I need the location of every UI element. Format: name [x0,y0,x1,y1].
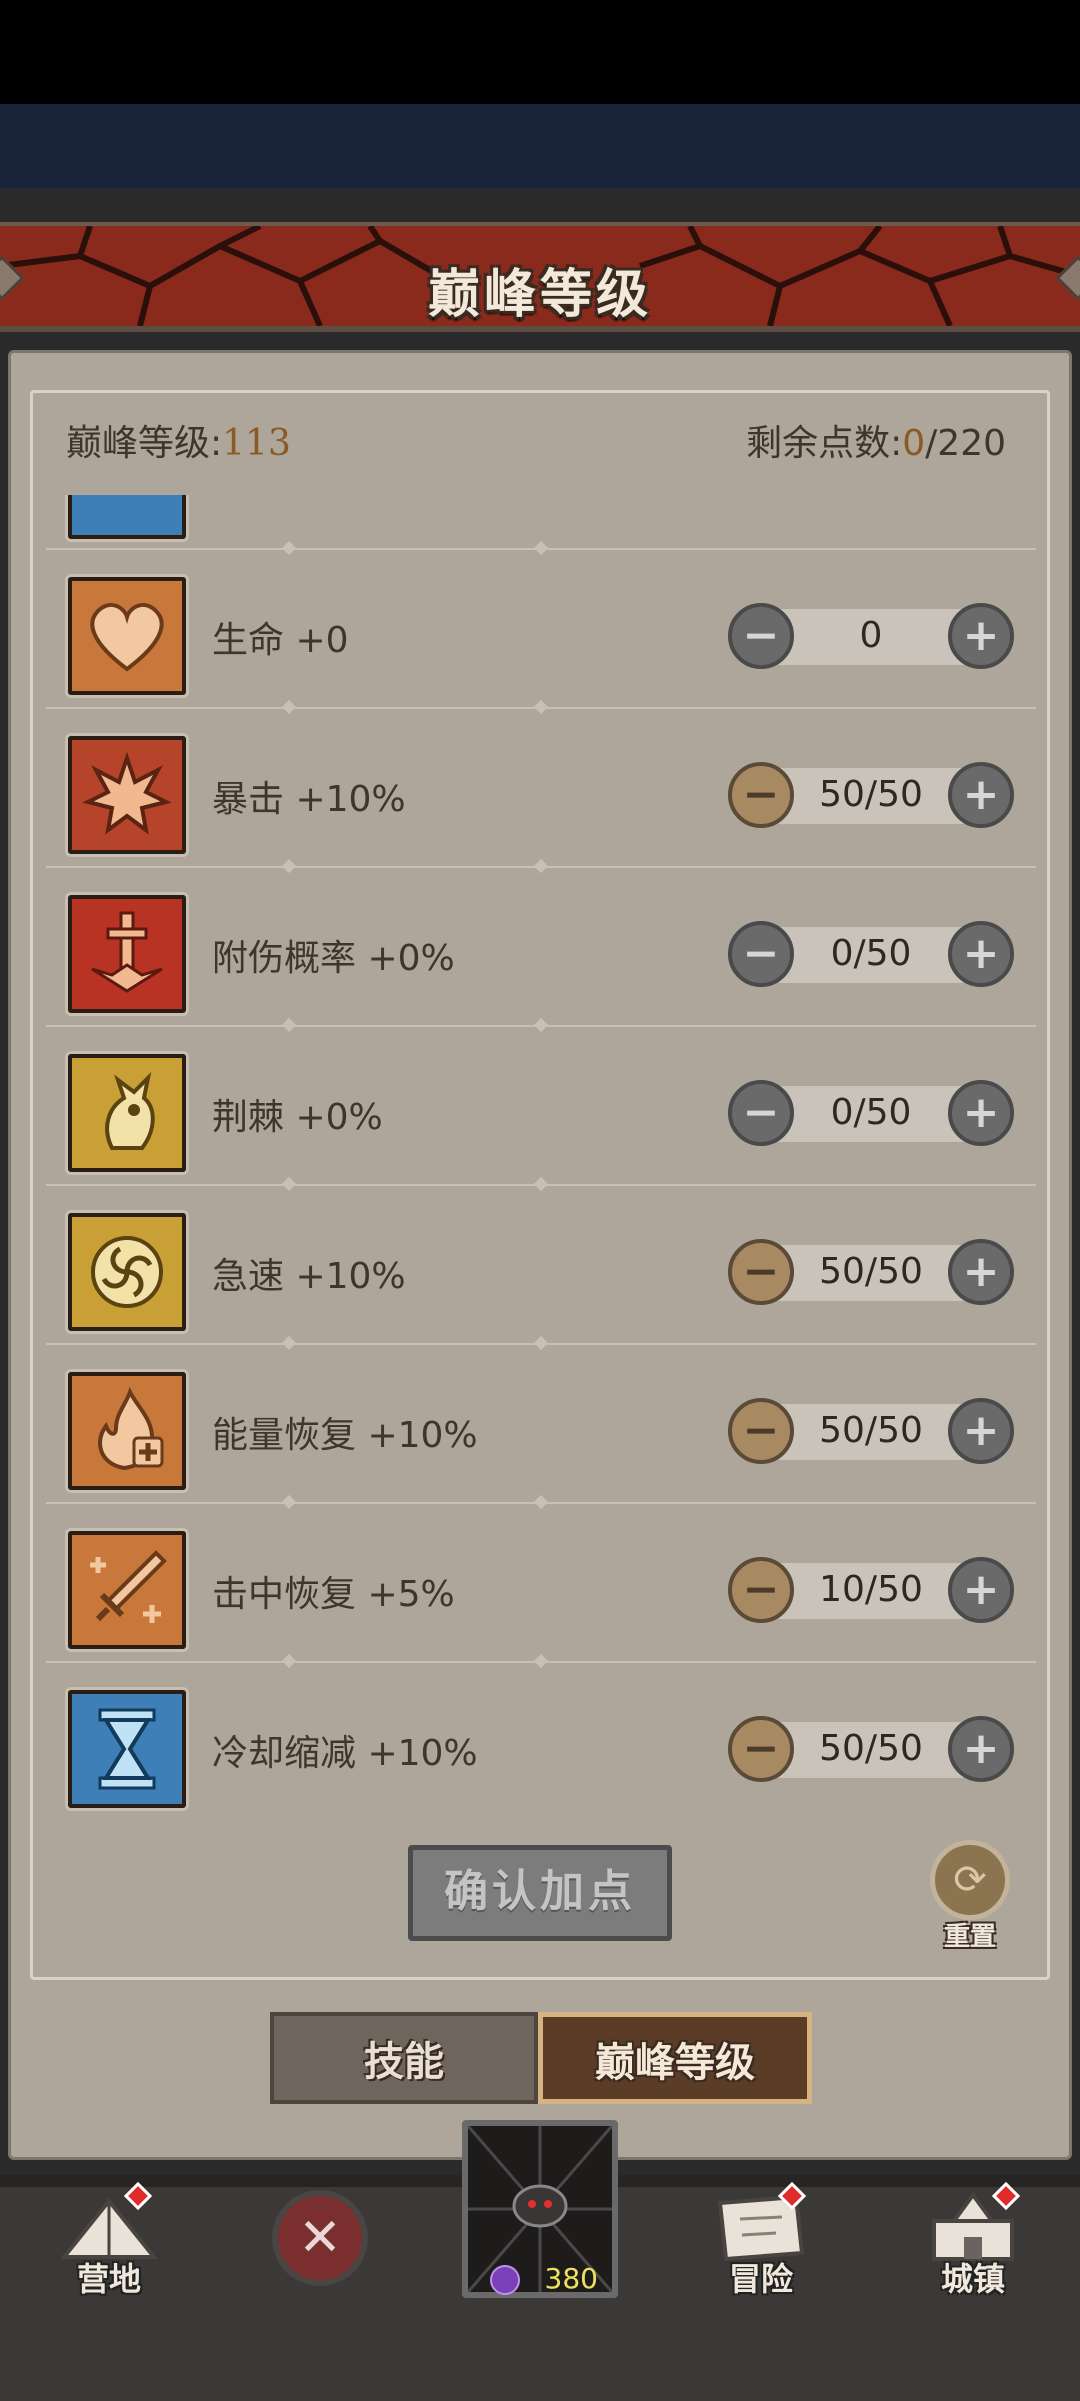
decrease-button[interactable]: − [728,1080,794,1146]
decrease-button[interactable]: − [728,1239,794,1305]
stat-label: 急速 +10% [212,1256,406,1297]
thorns-icon [68,1054,186,1172]
nav-adventure-label: 冒险 [728,2260,793,2298]
stat-value: 50/50 [819,1410,923,1451]
decrease-button[interactable]: − [728,762,794,828]
refresh-icon: ⟳ [953,1857,987,1903]
critical-burst-icon [68,736,186,854]
increase-button[interactable]: + [948,603,1014,669]
divider [46,1343,1036,1345]
peak-level-label: 巅峰等级: [66,423,223,464]
decrease-button[interactable]: − [728,921,794,987]
divider [46,707,1036,709]
page-title: 巅峰等级 [427,265,652,325]
decrease-button[interactable]: − [728,603,794,669]
swirl-icon [68,1213,186,1331]
stat-label: 附伤概率 +0% [212,938,455,979]
stat-row-haste: 急速 +10% 50/50 − + [36,1187,1044,1346]
reset-label: 重置 [943,1922,996,1952]
sword-strike-icon [68,895,186,1013]
stat-row-energy-regen: 能量恢复 +10% 50/50 − + [36,1346,1044,1505]
stat-value: 50/50 [819,1728,923,1769]
title-banner: 巅峰等级 [0,222,1080,332]
stat-row-thorns: 荆棘 +0% 0/50 − + [36,1028,1044,1187]
tent-icon [59,2197,159,2259]
close-icon: ✕ [298,2208,342,2268]
tab-skills[interactable]: 技能 [270,2012,538,2104]
divider [46,1502,1036,1504]
energy-count: 380 [544,2262,598,2295]
increase-button[interactable]: + [948,1239,1014,1305]
stat-label: 荆棘 +0% [212,1097,383,1138]
top-band [0,104,1080,188]
stat-value: 50/50 [819,1251,923,1292]
remaining-points-total: /220 [925,423,1006,464]
flame-plus-icon [68,1372,186,1490]
remaining-points-label: 剩余点数: [746,423,903,464]
stat-row-cooldown: 冷却缩减 +10% 50/50 − + [36,1664,1044,1820]
stat-list[interactable]: 生命 +0 0 − + 暴击 +10% 50/50 − + 附伤概率 +0% 0… [36,495,1044,1820]
stat-label: 暴击 +10% [212,779,406,820]
stat-value: 50/50 [819,774,923,815]
stat-row-crit: 暴击 +10% 50/50 − + [36,710,1044,869]
decrease-button[interactable]: − [728,1398,794,1464]
divider [46,548,1036,550]
heart-icon [68,577,186,695]
partial-stat-icon [68,495,186,539]
tab-peak-level[interactable]: 巅峰等级 [538,2012,812,2104]
nav-town-label: 城镇 [940,2260,1005,2298]
increase-button[interactable]: + [948,1398,1014,1464]
castle-icon [932,2191,1014,2261]
peak-level-value: 113 [222,423,291,464]
peak-level-display: 巅峰等级:113 [66,414,291,466]
divider [46,1661,1036,1663]
stat-label: 生命 +0 [212,620,349,661]
increase-button[interactable]: + [948,1557,1014,1623]
stat-value: 10/50 [819,1569,923,1610]
divider [46,1025,1036,1027]
increase-button[interactable]: + [948,762,1014,828]
stat-label: 能量恢复 +10% [212,1415,478,1456]
stat-row-extra-dmg: 附伤概率 +0% 0/50 − + [36,869,1044,1028]
increase-button[interactable]: + [948,1080,1014,1146]
remaining-points-value: 0 [902,423,926,464]
stat-row-hp: 生命 +0 0 − + [36,551,1044,710]
nav-camp-label: 营地 [76,2260,141,2298]
stat-value: 0 [859,615,883,656]
close-button[interactable]: ✕ [272,2190,368,2286]
reset-button[interactable]: ⟳ [930,1840,1010,1920]
confirm-points-button[interactable]: 确认加点 [408,1845,672,1941]
increase-button[interactable]: + [948,1716,1014,1782]
sword-plus-icon [68,1531,186,1649]
divider [46,866,1036,868]
stat-label: 冷却缩减 +10% [212,1733,478,1774]
decrease-button[interactable]: − [728,1716,794,1782]
increase-button[interactable]: + [948,921,1014,987]
divider [46,1184,1036,1186]
stat-row-hit-regen: 击中恢复 +5% 10/50 − + [36,1505,1044,1664]
stat-value: 0/50 [830,933,912,974]
hourglass-icon [68,1690,186,1808]
remaining-points-display: 剩余点数:0/220 [746,414,1006,466]
map-scroll-icon [717,2194,805,2262]
status-bar [0,0,1080,104]
decrease-button[interactable]: − [728,1557,794,1623]
stat-value: 0/50 [830,1092,912,1133]
stat-label: 击中恢复 +5% [212,1574,455,1615]
